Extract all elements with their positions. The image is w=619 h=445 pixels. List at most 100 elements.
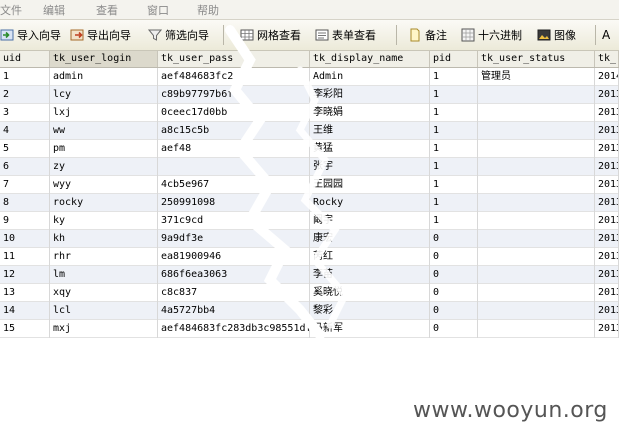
cell-pid[interactable]: 1 xyxy=(430,176,478,194)
menu-file[interactable]: 文件 xyxy=(0,2,22,18)
cell-more[interactable]: 2013 xyxy=(595,194,619,212)
cell-status[interactable] xyxy=(478,122,595,140)
menu-view[interactable]: 查看 xyxy=(96,2,118,18)
cell-login[interactable]: ky xyxy=(50,212,158,230)
cell-display-name[interactable]: 李晓娟 xyxy=(310,104,430,122)
cell-more[interactable]: 2013 xyxy=(595,230,619,248)
filter-wizard-button[interactable]: 筛选向导 xyxy=(148,26,209,44)
cell-pid[interactable]: 1 xyxy=(430,140,478,158)
column-header-uid[interactable]: uid xyxy=(0,51,50,67)
cell-login[interactable]: pm xyxy=(50,140,158,158)
column-header-pid[interactable]: pid xyxy=(430,51,478,67)
table-row[interactable]: 9ky371c9cd阚宇1 2013 xyxy=(0,212,619,230)
cell-more[interactable]: 2013 xyxy=(595,248,619,266)
cell-display-name[interactable]: 康宏 xyxy=(310,230,430,248)
cell-display-name[interactable]: 张宇 xyxy=(310,158,430,176)
cell-pass[interactable]: aef484683fc283db3c98551df xyxy=(158,320,310,338)
cell-pid[interactable]: 1 xyxy=(430,68,478,86)
image-button[interactable]: 图像 xyxy=(537,26,576,44)
cell-pid[interactable]: 1 xyxy=(430,86,478,104)
cell-login[interactable]: admin xyxy=(50,68,158,86)
cell-login[interactable]: zy xyxy=(50,158,158,176)
cell-uid[interactable]: 14 xyxy=(0,302,50,320)
cell-display-name[interactable]: 李彩阳 xyxy=(310,86,430,104)
cell-uid[interactable]: 15 xyxy=(0,320,50,338)
table-row[interactable]: 1adminaef484683fc2Admin1管理员2014 xyxy=(0,68,619,86)
cell-status[interactable] xyxy=(478,230,595,248)
cell-more[interactable]: 2013 xyxy=(595,158,619,176)
cell-uid[interactable]: 6 xyxy=(0,158,50,176)
cell-login[interactable]: mxj xyxy=(50,320,158,338)
cell-more[interactable]: 2013 xyxy=(595,284,619,302)
column-header-display-name[interactable]: tk_display_name xyxy=(310,51,430,67)
cell-uid[interactable]: 11 xyxy=(0,248,50,266)
cell-login[interactable]: wyy xyxy=(50,176,158,194)
table-row[interactable]: 7wyy4cb5e967王园园1 2013 xyxy=(0,176,619,194)
column-header-more[interactable]: tk_ xyxy=(595,51,619,67)
form-view-button[interactable]: 表单查看 xyxy=(315,26,376,44)
cell-more[interactable]: 2013 xyxy=(595,140,619,158)
grid-view-button[interactable]: 网格查看 xyxy=(240,26,301,44)
cell-uid[interactable]: 8 xyxy=(0,194,50,212)
table-row[interactable]: 2lcyc89b97797b6f李彩阳1 2013 xyxy=(0,86,619,104)
cell-uid[interactable]: 3 xyxy=(0,104,50,122)
menu-edit[interactable]: 编辑 xyxy=(43,2,65,18)
cell-login[interactable]: lcl xyxy=(50,302,158,320)
cell-pass[interactable]: 686f6ea3063 xyxy=(158,266,310,284)
cell-more[interactable]: 2014 xyxy=(595,68,619,86)
table-row[interactable]: 12lm686f6ea3063李苗0 2013 xyxy=(0,266,619,284)
cell-status[interactable] xyxy=(478,140,595,158)
cell-pid[interactable]: 0 xyxy=(430,302,478,320)
cell-status[interactable] xyxy=(478,248,595,266)
table-row[interactable]: 10kh9a9df3e康宏0 2013 xyxy=(0,230,619,248)
cell-more[interactable]: 2013 xyxy=(595,212,619,230)
import-wizard-button[interactable]: 导入向导 xyxy=(0,26,61,44)
cell-uid[interactable]: 12 xyxy=(0,266,50,284)
cell-display-name[interactable]: 黎彩 xyxy=(310,302,430,320)
cell-status[interactable] xyxy=(478,320,595,338)
cell-pid[interactable]: 0 xyxy=(430,230,478,248)
cell-uid[interactable]: 13 xyxy=(0,284,50,302)
cell-uid[interactable]: 2 xyxy=(0,86,50,104)
cell-login[interactable]: lxj xyxy=(50,104,158,122)
table-row[interactable]: 5pmaef48黄猛1 2013 xyxy=(0,140,619,158)
cell-pid[interactable]: 1 xyxy=(430,104,478,122)
table-row[interactable]: 14lcl4a5727bb4黎彩0 2013 xyxy=(0,302,619,320)
cell-uid[interactable]: 5 xyxy=(0,140,50,158)
cell-display-name[interactable]: 王维 xyxy=(310,122,430,140)
hex-button[interactable]: 十六进制 xyxy=(461,26,522,44)
font-button[interactable]: A xyxy=(602,26,610,44)
menu-window[interactable]: 窗口 xyxy=(147,2,169,18)
cell-uid[interactable]: 9 xyxy=(0,212,50,230)
cell-pid[interactable]: 1 xyxy=(430,212,478,230)
table-row[interactable]: 6zy 张宇1 2013 xyxy=(0,158,619,176)
table-row[interactable]: 11rhrea81900946芮红0 2013 xyxy=(0,248,619,266)
table-row[interactable]: 3lxj0ceec17d0bb李晓娟1 2013 xyxy=(0,104,619,122)
cell-status[interactable] xyxy=(478,176,595,194)
cell-more[interactable]: 2013 xyxy=(595,320,619,338)
memo-button[interactable]: 备注 xyxy=(408,26,447,44)
cell-pass[interactable]: 0ceec17d0bb xyxy=(158,104,310,122)
cell-pass[interactable]: 9a9df3e xyxy=(158,230,310,248)
cell-pid[interactable]: 0 xyxy=(430,320,478,338)
cell-more[interactable]: 2013 xyxy=(595,266,619,284)
cell-pass[interactable]: c89b97797b6f xyxy=(158,86,310,104)
cell-display-name[interactable]: 黄猛 xyxy=(310,140,430,158)
cell-pass[interactable]: 250991098 xyxy=(158,194,310,212)
table-row[interactable]: 15mxjaef484683fc283db3c98551df马新军0 2013 xyxy=(0,320,619,338)
table-row[interactable]: 4wwa8c15c5b王维1 2013 xyxy=(0,122,619,140)
cell-login[interactable]: lm xyxy=(50,266,158,284)
table-row[interactable]: 8rocky250991098Rocky1 2013 xyxy=(0,194,619,212)
cell-more[interactable]: 2013 xyxy=(595,86,619,104)
cell-display-name[interactable]: 李苗 xyxy=(310,266,430,284)
cell-pass[interactable]: ea81900946 xyxy=(158,248,310,266)
cell-pass[interactable]: a8c15c5b xyxy=(158,122,310,140)
cell-login[interactable]: xqy xyxy=(50,284,158,302)
cell-uid[interactable]: 7 xyxy=(0,176,50,194)
cell-status[interactable] xyxy=(478,284,595,302)
cell-more[interactable]: 2013 xyxy=(595,176,619,194)
cell-display-name[interactable]: Admin xyxy=(310,68,430,86)
cell-more[interactable]: 2013 xyxy=(595,302,619,320)
cell-pass[interactable]: c8c837 xyxy=(158,284,310,302)
column-header-login[interactable]: tk_user_login xyxy=(50,51,158,67)
